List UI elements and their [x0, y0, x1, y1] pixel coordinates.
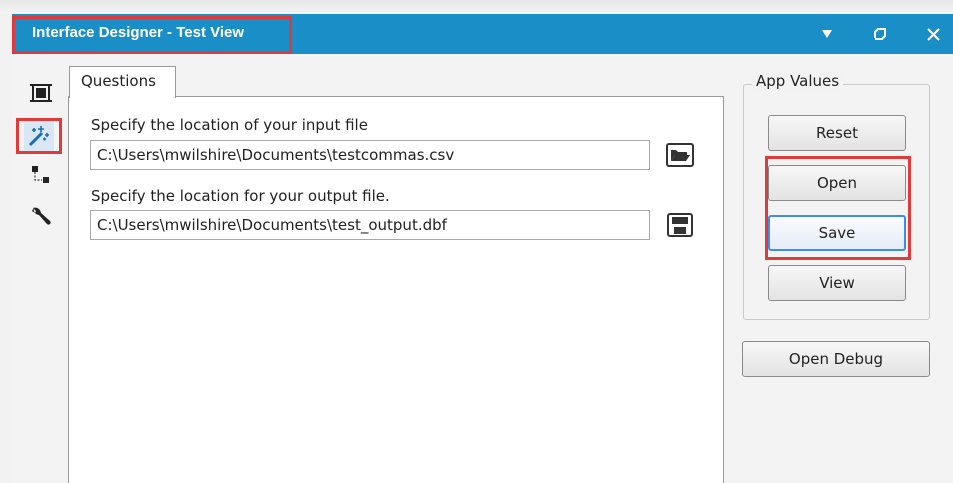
- title-highlight: [12, 16, 292, 54]
- input-file-field[interactable]: C:\Users\mwilshire\Documents\testcommas.…: [90, 140, 650, 170]
- open-debug-button[interactable]: Open Debug: [742, 341, 930, 377]
- save-disk-icon[interactable]: [664, 210, 696, 240]
- layout-icon[interactable]: [26, 78, 56, 108]
- window-shadow: [0, 0, 953, 14]
- output-file-label: Specify the location for your output fil…: [91, 187, 390, 205]
- app-values-title: App Values: [752, 72, 844, 90]
- tree-icon[interactable]: [26, 160, 56, 190]
- reset-button[interactable]: Reset: [768, 115, 906, 151]
- sidebar-highlight: [16, 118, 62, 154]
- restore-icon[interactable]: [863, 14, 897, 54]
- folder-open-icon[interactable]: [664, 140, 696, 170]
- output-file-field[interactable]: C:\Users\mwilshire\Documents\test_output…: [90, 210, 650, 240]
- view-button[interactable]: View: [768, 265, 906, 301]
- wrench-icon[interactable]: [26, 201, 56, 231]
- tab-questions[interactable]: Questions: [69, 66, 176, 98]
- close-icon[interactable]: [916, 14, 950, 54]
- dropdown-icon[interactable]: [810, 14, 844, 54]
- open-save-highlight: [765, 156, 911, 260]
- input-file-label: Specify the location of your input file: [91, 116, 368, 134]
